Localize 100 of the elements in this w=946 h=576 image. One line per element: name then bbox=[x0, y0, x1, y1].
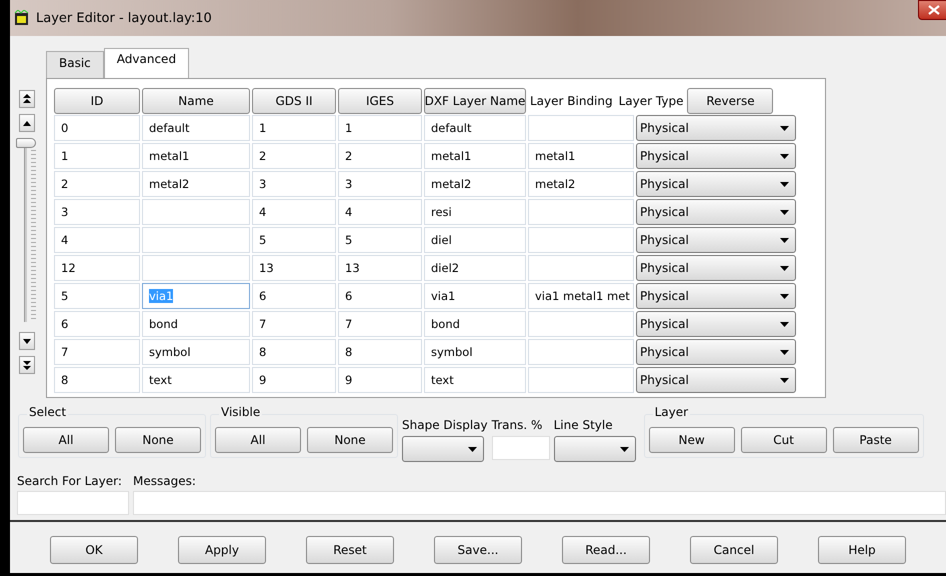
dxf-cell: via1 bbox=[424, 283, 526, 309]
dropdown-arrow-icon bbox=[780, 322, 789, 326]
layer-type-dropdown[interactable]: Physical bbox=[636, 255, 796, 281]
line-style-label: Line Style bbox=[554, 418, 614, 432]
gds-cell: 1 bbox=[252, 115, 336, 141]
dropdown-arrow-icon bbox=[468, 446, 477, 452]
messages-field[interactable] bbox=[133, 491, 946, 515]
slider-thumb[interactable] bbox=[16, 138, 36, 148]
column-header: Layer Binding bbox=[529, 94, 614, 108]
column-header: Layer Type bbox=[618, 94, 684, 108]
dxf-cell: metal1 bbox=[424, 143, 526, 169]
id-cell: 0 bbox=[54, 115, 140, 141]
iges-cell: 6 bbox=[338, 283, 422, 309]
tab[interactable]: Advanced bbox=[104, 48, 190, 78]
layer-type-dropdown[interactable]: Physical bbox=[636, 367, 796, 393]
dropdown-arrow-icon bbox=[780, 238, 789, 242]
app-icon bbox=[14, 10, 30, 26]
dialog-button[interactable]: Help bbox=[818, 536, 906, 564]
close-button[interactable] bbox=[918, 0, 946, 20]
id-cell: 1 bbox=[54, 143, 140, 169]
gds-cell: 4 bbox=[252, 199, 336, 225]
trans-field[interactable] bbox=[492, 436, 550, 460]
binding-cell: metal1 bbox=[528, 143, 634, 169]
dxf-cell: diel2 bbox=[424, 255, 526, 281]
dxf-cell: bond bbox=[424, 311, 526, 337]
iges-cell: 13 bbox=[338, 255, 422, 281]
reverse-button[interactable]: Reverse bbox=[687, 88, 774, 114]
trans-label: Trans. % bbox=[492, 418, 544, 432]
layer-button[interactable]: Paste bbox=[832, 427, 919, 453]
shape-display-dropdown[interactable] bbox=[402, 436, 484, 462]
column-header[interactable]: IGES bbox=[338, 88, 422, 114]
scroll-up-button[interactable] bbox=[19, 114, 35, 132]
layer-type-dropdown[interactable]: Physical bbox=[636, 311, 796, 337]
column-header[interactable]: Name bbox=[142, 88, 250, 114]
scroll-down-button[interactable] bbox=[19, 332, 35, 350]
dropdown-arrow-icon bbox=[780, 182, 789, 186]
iges-cell: 8 bbox=[338, 339, 422, 365]
search-field[interactable] bbox=[17, 491, 129, 515]
dialog-button[interactable]: OK bbox=[50, 536, 138, 564]
down-arrow-icon bbox=[23, 338, 31, 344]
iges-cell: 1 bbox=[338, 115, 422, 141]
line-style-dropdown[interactable] bbox=[554, 436, 636, 462]
id-cell: 6 bbox=[54, 311, 140, 337]
gds-cell: 13 bbox=[252, 255, 336, 281]
dropdown-arrow-icon bbox=[780, 154, 789, 158]
name-cell: default bbox=[142, 115, 250, 141]
layer-button[interactable]: Cut bbox=[740, 427, 827, 453]
scroll-top-button[interactable] bbox=[19, 90, 35, 108]
iges-cell: 7 bbox=[338, 311, 422, 337]
dxf-cell: default bbox=[424, 115, 526, 141]
id-cell: 12 bbox=[54, 255, 140, 281]
column-header[interactable]: GDS II bbox=[252, 88, 336, 114]
name-cell: via1 bbox=[142, 283, 250, 309]
dialog-button[interactable]: Apply bbox=[178, 536, 266, 564]
binding-cell: metal2 bbox=[528, 171, 634, 197]
gds-cell: 9 bbox=[252, 367, 336, 393]
group-title: Visible bbox=[219, 405, 262, 419]
id-cell: 5 bbox=[54, 283, 140, 309]
iges-cell: 3 bbox=[338, 171, 422, 197]
visible-button[interactable]: None bbox=[307, 427, 393, 453]
layer-type-dropdown[interactable]: Physical bbox=[636, 143, 796, 169]
id-cell: 8 bbox=[54, 367, 140, 393]
close-icon bbox=[928, 5, 940, 15]
dropdown-arrow-icon bbox=[780, 294, 789, 298]
tab[interactable]: Basic bbox=[46, 51, 104, 78]
name-cell: metal2 bbox=[142, 171, 250, 197]
column-header[interactable]: DXF Layer Name bbox=[424, 88, 526, 114]
layer-type-dropdown[interactable]: Physical bbox=[636, 171, 796, 197]
name-cell: metal1 bbox=[142, 143, 250, 169]
shape-display-label: Shape Display bbox=[402, 418, 488, 432]
iges-cell: 4 bbox=[338, 199, 422, 225]
dialog-button[interactable]: Reset bbox=[306, 536, 394, 564]
iges-cell: 5 bbox=[338, 227, 422, 253]
id-cell: 2 bbox=[54, 171, 140, 197]
visible-button[interactable]: All bbox=[215, 427, 301, 453]
id-cell: 3 bbox=[54, 199, 140, 225]
layer-type-dropdown[interactable]: Physical bbox=[636, 339, 796, 365]
group-title: Layer bbox=[652, 405, 690, 419]
dropdown-arrow-icon bbox=[780, 378, 789, 382]
select-button[interactable]: All bbox=[23, 427, 109, 453]
up-arrow-icon bbox=[23, 120, 31, 126]
layer-type-dropdown[interactable]: Physical bbox=[636, 199, 796, 225]
dxf-cell: resi bbox=[424, 199, 526, 225]
dropdown-arrow-icon bbox=[780, 350, 789, 354]
name-cell: bond bbox=[142, 311, 250, 337]
dialog-button[interactable]: Save... bbox=[434, 536, 522, 564]
dxf-cell: text bbox=[424, 367, 526, 393]
layer-button[interactable]: New bbox=[648, 427, 735, 453]
gds-cell: 2 bbox=[252, 143, 336, 169]
layer-type-dropdown[interactable]: Physical bbox=[636, 283, 796, 309]
dialog-button[interactable]: Read... bbox=[562, 536, 650, 564]
layer-type-dropdown[interactable]: Physical bbox=[636, 227, 796, 253]
gds-cell: 3 bbox=[252, 171, 336, 197]
dropdown-arrow-icon bbox=[780, 266, 789, 270]
scroll-bottom-button[interactable] bbox=[19, 356, 35, 374]
column-header[interactable]: ID bbox=[54, 88, 140, 114]
select-button[interactable]: None bbox=[115, 427, 201, 453]
gds-cell: 5 bbox=[252, 227, 336, 253]
layer-type-dropdown[interactable]: Physical bbox=[636, 115, 796, 141]
dialog-button[interactable]: Cancel bbox=[690, 536, 778, 564]
